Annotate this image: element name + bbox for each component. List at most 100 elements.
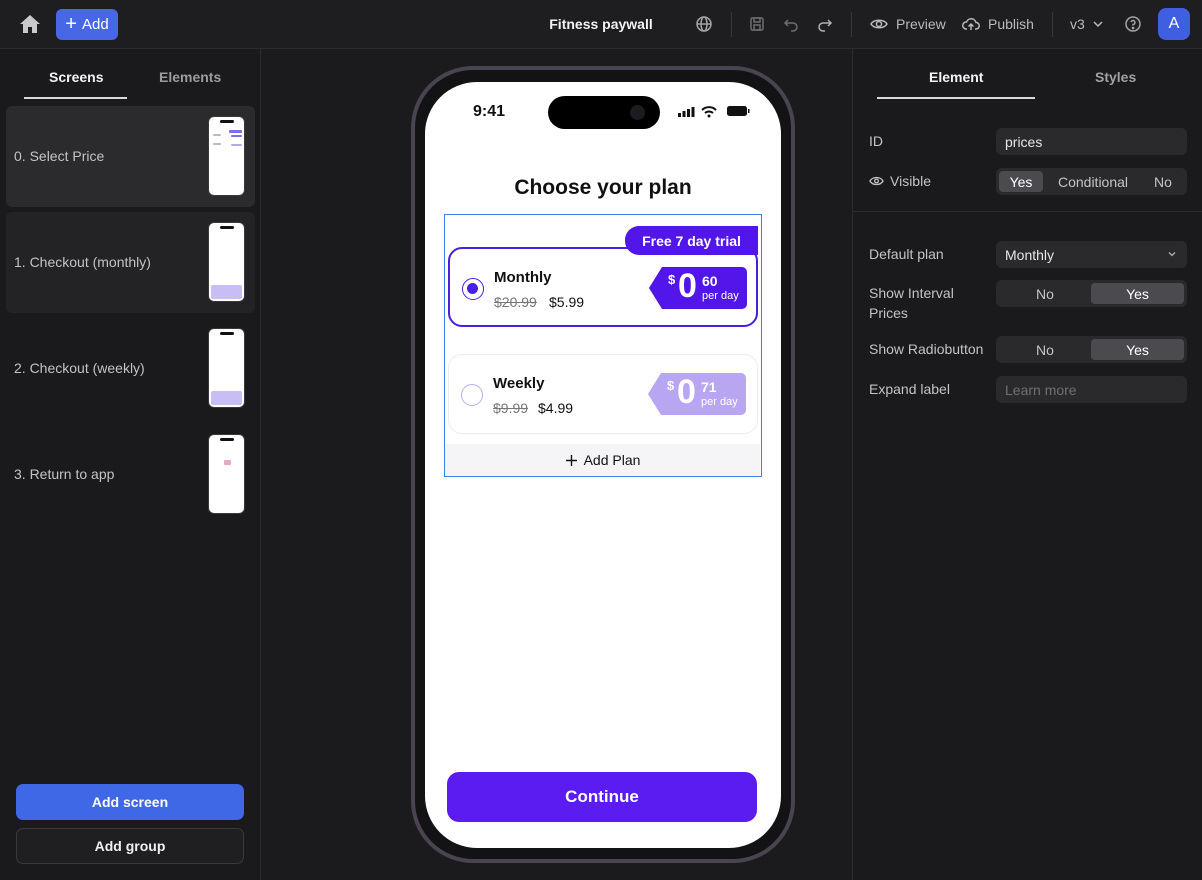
screen-thumbnail [208,222,245,302]
toolbar-divider [851,12,852,37]
plan-name: Monthly [494,269,552,286]
tag-unit: per day [701,396,738,408]
default-plan-value: Monthly [1005,246,1055,263]
globe-icon[interactable] [694,14,714,34]
section-divider [853,211,1202,212]
chevron-down-icon [1168,252,1176,257]
preview-button[interactable]: Preview [869,14,946,34]
screen-thumbnail [208,116,245,196]
screens-panel: Screens Elements 0. Select Price 1. Chec… [0,49,261,880]
tag-whole: 0 [678,267,697,305]
preview-label: Preview [896,16,946,32]
signal-icon [678,107,695,117]
visible-segmented: Yes Conditional No [996,168,1187,195]
add-button-label: Add [81,16,109,33]
show-radio-segmented: No Yes [996,336,1187,363]
eye-icon [869,176,884,186]
home-icon[interactable] [17,12,43,36]
left-tabs: Screens Elements [0,49,260,99]
battery-icon [727,106,750,116]
plan-price: $4.99 [538,400,574,416]
show-interval-segmented: No Yes [996,280,1187,307]
tab-element[interactable]: Element [929,69,983,85]
tab-styles[interactable]: Styles [1095,69,1136,85]
plan-old-price: $9.99 [493,400,529,416]
cloud-upload-icon [962,18,980,30]
toolbar-divider [1052,12,1053,37]
id-field[interactable]: prices [996,128,1187,155]
toolbar-divider [731,12,732,37]
add-screen-button[interactable]: Add screen [16,784,244,820]
avatar[interactable]: A [1158,8,1190,40]
tag-unit: per day [702,290,739,302]
undo-icon[interactable] [781,14,801,34]
phone-screen: 9:41 Choose your plan Monthly $20.99 $5.… [425,82,781,848]
screen-item-checkout-weekly[interactable]: 2. Checkout (weekly) [6,318,255,419]
tag-whole: 0 [677,373,696,411]
screen-label: 0. Select Price [14,148,105,164]
expand-label-input[interactable]: Learn more [996,376,1187,403]
show-interval-option-no[interactable]: No [999,283,1091,304]
tag-fraction: 60 [702,273,718,289]
show-radio-option-no[interactable]: No [999,339,1091,360]
save-icon[interactable] [747,14,767,34]
id-label: ID [869,133,883,149]
plan-heading: Choose your plan [514,176,692,199]
screen-label: 2. Checkout (weekly) [14,360,145,376]
radio-button-selected[interactable] [462,278,484,300]
add-plan-label: Add Plan [583,452,641,468]
eye-icon [870,19,888,29]
visible-option-conditional[interactable]: Conditional [1043,171,1143,192]
screen-thumbnail [208,434,245,514]
status-icons [678,104,750,118]
top-bar: + Add Fitness paywall Preview Publish v3… [0,0,1202,49]
screen-item-checkout-monthly[interactable]: 1. Checkout (monthly) [6,212,255,313]
radio-button[interactable] [461,384,483,406]
visible-option-yes[interactable]: Yes [999,171,1043,192]
expand-label-label: Expand label [869,381,950,397]
dynamic-island [548,96,660,129]
redo-icon[interactable] [815,14,835,34]
screen-item-return-to-app[interactable]: 3. Return to app [6,424,255,525]
plan-card-weekly[interactable]: Weekly $9.99 $4.99 $ 0 71 per day [448,354,758,434]
plan-old-price: $20.99 [494,294,537,310]
screen-label: 3. Return to app [14,466,115,482]
plan-card-monthly[interactable]: Monthly $20.99 $5.99 $ 0 60 per day [448,247,758,327]
active-tab-underline [24,97,127,99]
continue-button[interactable]: Continue [447,772,757,822]
tab-screens[interactable]: Screens [49,69,103,85]
screen-item-select-price[interactable]: 0. Select Price [6,106,255,207]
show-interval-option-yes[interactable]: Yes [1091,283,1184,304]
trial-badge: Free 7 day trial [625,226,758,255]
tab-elements[interactable]: Elements [159,69,221,85]
version-select[interactable]: v3 [1070,14,1104,34]
default-plan-select[interactable]: Monthly [996,241,1187,268]
project-title: Fitness paywall [549,16,653,32]
plus-icon: + [65,12,77,35]
add-group-button[interactable]: Add group [16,828,244,864]
tag-currency: $ [668,272,676,287]
price-tag: $ 0 71 per day [648,373,747,415]
add-plan-button[interactable]: Add Plan [445,444,760,476]
chevron-down-icon [1093,21,1103,28]
default-plan-label: Default plan [869,246,944,262]
prices-element[interactable]: Monthly $20.99 $5.99 $ 0 60 per day Free… [444,214,762,477]
price-tag: $ 0 60 per day [649,267,748,309]
show-radio-label: Show Radiobutton [869,341,984,357]
plus-icon [565,454,577,466]
visible-label-row: Visible [869,171,931,191]
screen-label: 1. Checkout (monthly) [14,254,151,270]
add-button[interactable]: + Add [56,9,118,40]
publish-button[interactable]: Publish [961,14,1034,34]
wifi-icon [701,106,717,114]
visible-label: Visible [890,173,931,189]
show-interval-label: Show Interval Prices [869,285,954,321]
status-time: 9:41 [473,103,506,120]
visible-option-no[interactable]: No [1143,171,1183,192]
phone-frame: 9:41 Choose your plan Monthly $20.99 $5.… [411,66,795,863]
plan-price: $5.99 [549,294,585,310]
version-label: v3 [1070,16,1085,32]
help-icon[interactable] [1123,14,1143,34]
active-tab-underline [877,97,1035,99]
show-radio-option-yes[interactable]: Yes [1091,339,1184,360]
